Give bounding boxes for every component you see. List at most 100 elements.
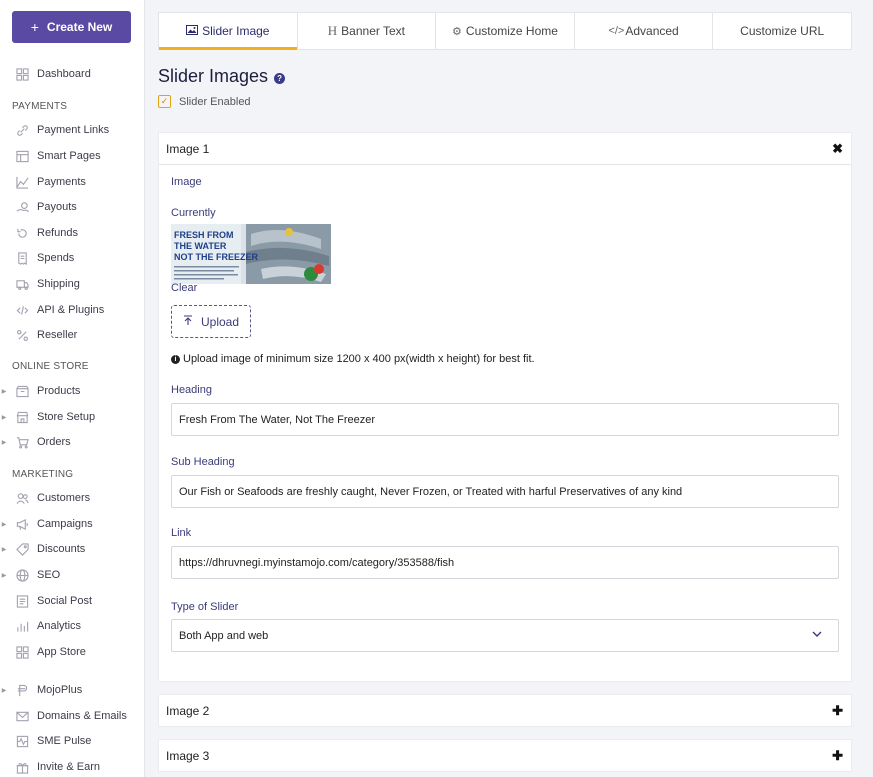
sidebar-item-reseller[interactable]: Reseller <box>0 325 145 345</box>
sidebar-item-smart-pages[interactable]: Smart Pages <box>0 146 145 166</box>
tab-label: Advanced <box>625 24 679 38</box>
panel-title: Image 3 <box>166 749 210 763</box>
sidebar-item-analytics[interactable]: Analytics <box>0 616 145 636</box>
code-icon: </> <box>608 25 625 37</box>
sidebar-item-label: Campaigns <box>37 518 93 530</box>
slider-type-label: Type of Slider <box>171 601 239 613</box>
caret-right-icon: ▶ <box>1 546 7 553</box>
create-new-button[interactable]: + Create New <box>12 11 131 43</box>
sidebar-item-refunds[interactable]: Refunds <box>0 223 145 243</box>
sidebar-item-label: Shipping <box>37 278 80 290</box>
svg-text:THE WATER: THE WATER <box>174 241 227 251</box>
image-1-header[interactable]: Image 1 ✖ <box>159 133 851 165</box>
tab-banner-text[interactable]: H Banner Text <box>298 13 437 49</box>
subheading-value: Our Fish or Seafoods are freshly caught,… <box>179 485 683 498</box>
sidebar-item-payouts[interactable]: Payouts <box>0 197 145 217</box>
orders-icon <box>15 435 29 449</box>
tab-label: Banner Text <box>341 24 405 38</box>
sidebar-item-label: Dashboard <box>37 68 91 80</box>
plus-icon[interactable]: ✚ <box>832 748 843 764</box>
post-icon <box>15 594 29 608</box>
mail-icon <box>15 709 29 723</box>
tab-customize-url[interactable]: Customize URL <box>713 13 851 49</box>
caret-right-icon: ▶ <box>1 521 7 528</box>
slider-type-value: Both App and web <box>179 629 269 642</box>
megaphone-icon <box>15 517 29 531</box>
plus-icon[interactable]: ✚ <box>832 703 843 719</box>
sidebar-item-label: SME Pulse <box>37 735 92 747</box>
gear-icon: ⚙ <box>452 25 462 38</box>
upload-info: i Upload image of minimum size 1200 x 40… <box>171 353 535 365</box>
heading-icon: H <box>327 23 338 38</box>
refund-icon <box>15 226 29 240</box>
heading-value: Fresh From The Water, Not The Freezer <box>179 413 376 426</box>
link-value: https://dhruvnegi.myinstamojo.com/catego… <box>179 556 455 569</box>
sidebar-item-label: Spends <box>37 252 75 264</box>
sidebar-item-store-setup[interactable]: ▶ Store Setup <box>0 407 145 427</box>
svg-text:NOT THE FREEZER: NOT THE FREEZER <box>174 252 259 262</box>
link-input[interactable]: https://dhruvnegi.myinstamojo.com/catego… <box>171 546 839 579</box>
sidebar-item-seo[interactable]: ▶ SEO <box>0 565 145 585</box>
sidebar-item-social-post[interactable]: Social Post <box>0 591 145 611</box>
subheading-input[interactable]: Our Fish or Seafoods are freshly caught,… <box>171 475 839 508</box>
sidebar-item-invite-earn[interactable]: Invite & Earn <box>0 757 145 777</box>
chevron-down-icon <box>812 631 822 637</box>
upload-label: Upload <box>200 314 240 329</box>
sidebar-item-discounts[interactable]: ▶ Discounts <box>0 539 145 559</box>
apps-icon <box>15 645 29 659</box>
sidebar-item-app-store[interactable]: App Store <box>0 642 145 662</box>
sidebar-item-spends[interactable]: Spends <box>0 248 145 268</box>
sidebar-item-payments[interactable]: Payments <box>0 172 145 192</box>
sidebar-item-sme-pulse[interactable]: SME Pulse <box>0 731 145 751</box>
sidebar-item-label: Payment Links <box>37 124 110 136</box>
help-icon[interactable]: ? <box>274 72 286 84</box>
subheading-label: Sub Heading <box>171 456 235 468</box>
sidebar-item-orders[interactable]: ▶ Orders <box>0 432 145 452</box>
image-2-header[interactable]: Image 2 ✚ <box>159 695 851 727</box>
percent-icon <box>15 328 29 342</box>
receipt-icon <box>15 251 29 265</box>
sidebar-item-label: Social Post <box>37 595 93 607</box>
sidebar-item-mojoplus[interactable]: ▶ MojoPlus <box>0 680 145 700</box>
tab-customize-home[interactable]: ⚙ Customize Home <box>436 13 575 49</box>
store-icon <box>15 410 29 424</box>
upload-button[interactable]: Upload <box>171 305 251 338</box>
thumbnail-text: FRESH FROM <box>174 230 234 240</box>
image-3-header[interactable]: Image 3 ✚ <box>159 740 851 772</box>
products-icon <box>15 384 29 398</box>
heading-input[interactable]: Fresh From The Water, Not The Freezer <box>171 403 839 436</box>
sidebar-item-shipping[interactable]: Shipping <box>0 274 145 294</box>
page-icon <box>15 149 29 163</box>
sidebar-item-label: Smart Pages <box>37 150 101 162</box>
shipping-icon <box>15 277 29 291</box>
slider-enabled-checkbox[interactable]: ✓ <box>158 95 171 108</box>
customers-icon <box>15 491 29 505</box>
sidebar-item-dashboard[interactable]: Dashboard <box>0 64 145 84</box>
pulse-icon <box>15 734 29 748</box>
slider-type-select[interactable]: Both App and web <box>171 619 839 652</box>
payout-icon <box>15 200 29 214</box>
sidebar-item-payment-links[interactable]: Payment Links <box>0 120 145 140</box>
clear-link[interactable]: Clear <box>171 282 197 294</box>
tab-slider-image[interactable]: Slider Image <box>159 13 298 50</box>
link-icon <box>15 123 29 137</box>
caret-right-icon: ▶ <box>1 572 7 579</box>
tab-advanced[interactable]: </> Advanced <box>575 13 714 49</box>
sidebar-item-api-plugins[interactable]: API & Plugins <box>0 300 145 320</box>
sidebar-item-label: App Store <box>37 646 86 658</box>
image-3-panel[interactable]: Image 3 ✚ <box>158 739 852 772</box>
sidebar-item-label: Store Setup <box>37 411 96 423</box>
sidebar-item-label: Invite & Earn <box>37 761 100 773</box>
panel-title: Image 1 <box>166 141 210 156</box>
sidebar-item-products[interactable]: ▶ Products <box>0 381 145 401</box>
sidebar-item-customers[interactable]: Customers <box>0 488 145 508</box>
image-icon <box>186 24 199 38</box>
page-title: Slider Images ? <box>158 66 286 87</box>
link-label: Link <box>171 527 192 539</box>
image-2-panel[interactable]: Image 2 ✚ <box>158 694 852 727</box>
sidebar-item-domains-emails[interactable]: Domains & Emails <box>0 706 145 726</box>
sidebar-item-label: Refunds <box>37 227 78 239</box>
slider-enabled-label: Slider Enabled <box>179 95 251 108</box>
sidebar-item-campaigns[interactable]: ▶ Campaigns <box>0 514 145 534</box>
close-icon[interactable]: ✖ <box>832 141 843 157</box>
